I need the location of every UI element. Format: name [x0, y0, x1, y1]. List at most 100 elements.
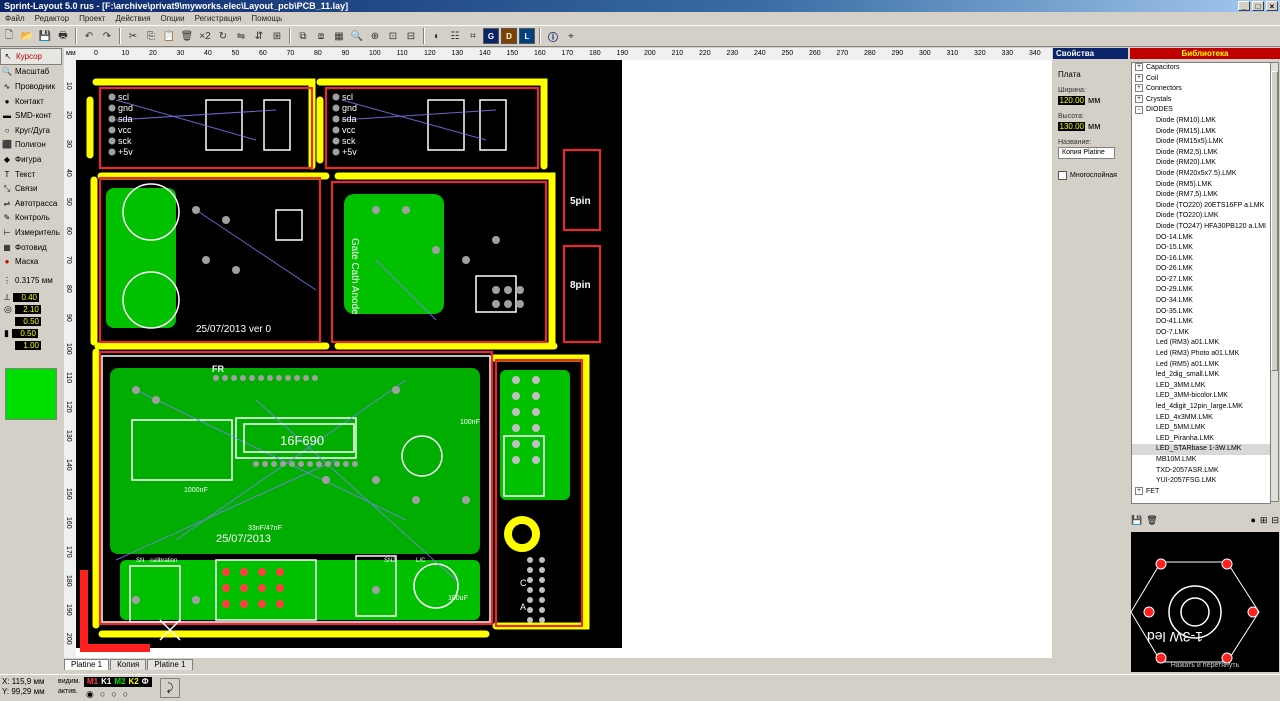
- library-item[interactable]: DO-29.LMK: [1132, 285, 1270, 296]
- copy-icon[interactable]: ⎘: [143, 28, 159, 44]
- expand-icon[interactable]: +: [1135, 63, 1143, 72]
- open-file-icon[interactable]: 📂: [19, 28, 35, 44]
- library-item[interactable]: DO-41.LMK: [1132, 317, 1270, 328]
- mirror-horizontal-icon[interactable]: ⇋: [233, 28, 249, 44]
- menu-file[interactable]: Файл: [0, 14, 30, 23]
- tree-folder[interactable]: + Capacitors: [1132, 63, 1270, 74]
- library-item[interactable]: LED_3MM-bicolor.LMK: [1132, 391, 1270, 402]
- drc-icon[interactable]: D: [501, 28, 517, 44]
- info-icon[interactable]: ⓘ: [545, 28, 561, 44]
- tool-text[interactable]: T Текст: [0, 167, 62, 182]
- tree-folder[interactable]: + Crystals: [1132, 94, 1270, 106]
- align-icon[interactable]: ⊞: [269, 28, 285, 44]
- library-preview[interactable]: 1-3W led Нажать и перетянуть: [1130, 532, 1279, 672]
- library-item[interactable]: DO-14.LMK: [1132, 233, 1270, 244]
- zoom-icon[interactable]: 🔍: [349, 28, 365, 44]
- tool-control[interactable]: ✎ Контроль: [0, 211, 62, 226]
- cut-icon[interactable]: ✂: [125, 28, 141, 44]
- library-item[interactable]: Diode (RM20x5x7.5).LMK: [1132, 169, 1270, 180]
- maximize-button[interactable]: □: [1252, 1, 1264, 11]
- tree-folder[interactable]: − DIODES: [1132, 105, 1270, 116]
- library-item[interactable]: Led (RM3) a01.LMK: [1132, 338, 1270, 349]
- tool-mask[interactable]: ● Маска: [0, 254, 62, 269]
- scanner-icon[interactable]: ⌗: [465, 28, 481, 44]
- tool-wire[interactable]: ∿ Проводник: [0, 79, 62, 94]
- tool-autoroute[interactable]: ⇌ Автотрасса: [0, 196, 62, 211]
- name-input[interactable]: Копия Platine: [1058, 147, 1115, 159]
- pcb-canvas[interactable]: 5pin 8pin 16F690 FR 25/07/2013 25/07/201…: [76, 60, 1052, 658]
- library-item[interactable]: LED_STARbase 1-3W.LMK: [1132, 444, 1270, 455]
- smd-height-value[interactable]: 1.00: [15, 341, 41, 350]
- redo-icon[interactable]: ↷: [99, 28, 115, 44]
- layer-radio[interactable]: ◉: [86, 689, 94, 700]
- expand-icon[interactable]: +: [1135, 94, 1143, 103]
- tree-folder[interactable]: + Connectors: [1132, 84, 1270, 95]
- grid-icon[interactable]: ▦: [331, 28, 347, 44]
- layer-settings-icon[interactable]: L: [519, 28, 535, 44]
- mirror-vertical-icon[interactable]: ⇵: [251, 28, 267, 44]
- library-item[interactable]: MB10M.LMK: [1132, 455, 1270, 466]
- group-icon[interactable]: ⧉: [295, 28, 311, 44]
- bom-icon[interactable]: ☷: [447, 28, 463, 44]
- layer-chip[interactable]: K1: [100, 677, 112, 687]
- grid-selector[interactable]: ⋮ 0.3175 мм: [0, 273, 62, 288]
- record-icon[interactable]: ●: [1250, 515, 1255, 525]
- library-item[interactable]: Diode (RM20).LMK: [1132, 158, 1270, 169]
- library-scrollbar[interactable]: [1270, 62, 1279, 502]
- expand-icon[interactable]: +: [1135, 486, 1143, 495]
- smd-width-value[interactable]: 0.50: [11, 329, 38, 338]
- menu-project[interactable]: Проект: [74, 14, 110, 23]
- library-item[interactable]: LED_4x3MM.LMK: [1132, 413, 1270, 424]
- layer-chip[interactable]: M1: [86, 677, 99, 687]
- multilayer-option[interactable]: Многослойная: [1058, 171, 1128, 180]
- library-item[interactable]: DO-7.LMK: [1132, 328, 1270, 339]
- pin-icon[interactable]: ⌖: [563, 28, 579, 44]
- library-item[interactable]: led_2dig_small.LMK: [1132, 370, 1270, 381]
- close-button[interactable]: ×: [1266, 1, 1278, 11]
- layer-chip[interactable]: M2: [113, 677, 126, 687]
- save-icon[interactable]: 💾: [37, 28, 53, 44]
- library-item[interactable]: DO-26.LMK: [1132, 264, 1270, 275]
- rotate-icon[interactable]: ↻: [215, 28, 231, 44]
- library-item[interactable]: DO-27.LMK: [1132, 275, 1270, 286]
- undo-icon[interactable]: ↶: [81, 28, 97, 44]
- library-item[interactable]: Diode (RM5).LMK: [1132, 180, 1270, 191]
- menu-options[interactable]: Опции: [156, 14, 190, 23]
- print-icon[interactable]: 🖶: [55, 28, 71, 44]
- height-input[interactable]: 130.00: [1058, 121, 1085, 131]
- library-item[interactable]: Diode (TO220) 20ETS16FP a.LMK: [1132, 201, 1270, 212]
- library-item[interactable]: Diode (RM7,5).LMK: [1132, 190, 1270, 201]
- tab-copy[interactable]: Копия: [110, 659, 147, 670]
- duplicate-button[interactable]: ×2: [197, 28, 213, 44]
- connection-mode-icon[interactable]: ⤸: [160, 678, 180, 698]
- tool-cursor[interactable]: ↖ Курсор: [0, 48, 62, 65]
- tool-polygon[interactable]: ⬛ Полигон: [0, 138, 62, 153]
- expand-icon[interactable]: +: [1135, 84, 1143, 93]
- tab-platine-1[interactable]: Platine 1: [64, 659, 110, 670]
- tree-view-icon[interactable]: ⊟: [1271, 515, 1279, 526]
- tool-zoom[interactable]: 🔍 Масштаб: [0, 65, 62, 80]
- library-item[interactable]: Led (RM3) Photo a01.LMK: [1132, 349, 1270, 360]
- save-icon[interactable]: 💾: [1131, 515, 1142, 526]
- library-item[interactable]: LED_5MM.LMK: [1132, 423, 1270, 434]
- menu-actions[interactable]: Действия: [110, 14, 155, 23]
- library-item[interactable]: Diode (RM15x5).LMK: [1132, 137, 1270, 148]
- tree-folder[interactable]: + FET: [1132, 486, 1270, 498]
- tool-connections[interactable]: ⤡ Связи: [0, 181, 62, 196]
- library-item[interactable]: Diode (RM2,5).LMK: [1132, 148, 1270, 159]
- library-item[interactable]: Diode (RM10).LMK: [1132, 116, 1270, 127]
- delete-icon[interactable]: 🗑: [1146, 515, 1157, 526]
- library-item[interactable]: DO-35.LMK: [1132, 307, 1270, 318]
- zoom-selection-icon[interactable]: ⊟: [403, 28, 419, 44]
- tool-photo[interactable]: ▦ Фотовид: [0, 240, 62, 255]
- delete-icon[interactable]: 🗑: [179, 28, 195, 44]
- track-width-value[interactable]: 0.40: [13, 293, 40, 302]
- zoom-all-icon[interactable]: ⊕: [367, 28, 383, 44]
- layer-chip[interactable]: K2: [127, 677, 139, 687]
- pad-outer-value[interactable]: 2.10: [14, 305, 41, 314]
- tool-pad[interactable]: ● Контакт: [0, 94, 62, 109]
- library-item[interactable]: DO-15.LMK: [1132, 243, 1270, 254]
- zoom-board-icon[interactable]: ⊡: [385, 28, 401, 44]
- tab-platine-1b[interactable]: Platine 1: [147, 659, 193, 670]
- tool-arc[interactable]: ○ Круг/Дуга: [0, 123, 62, 138]
